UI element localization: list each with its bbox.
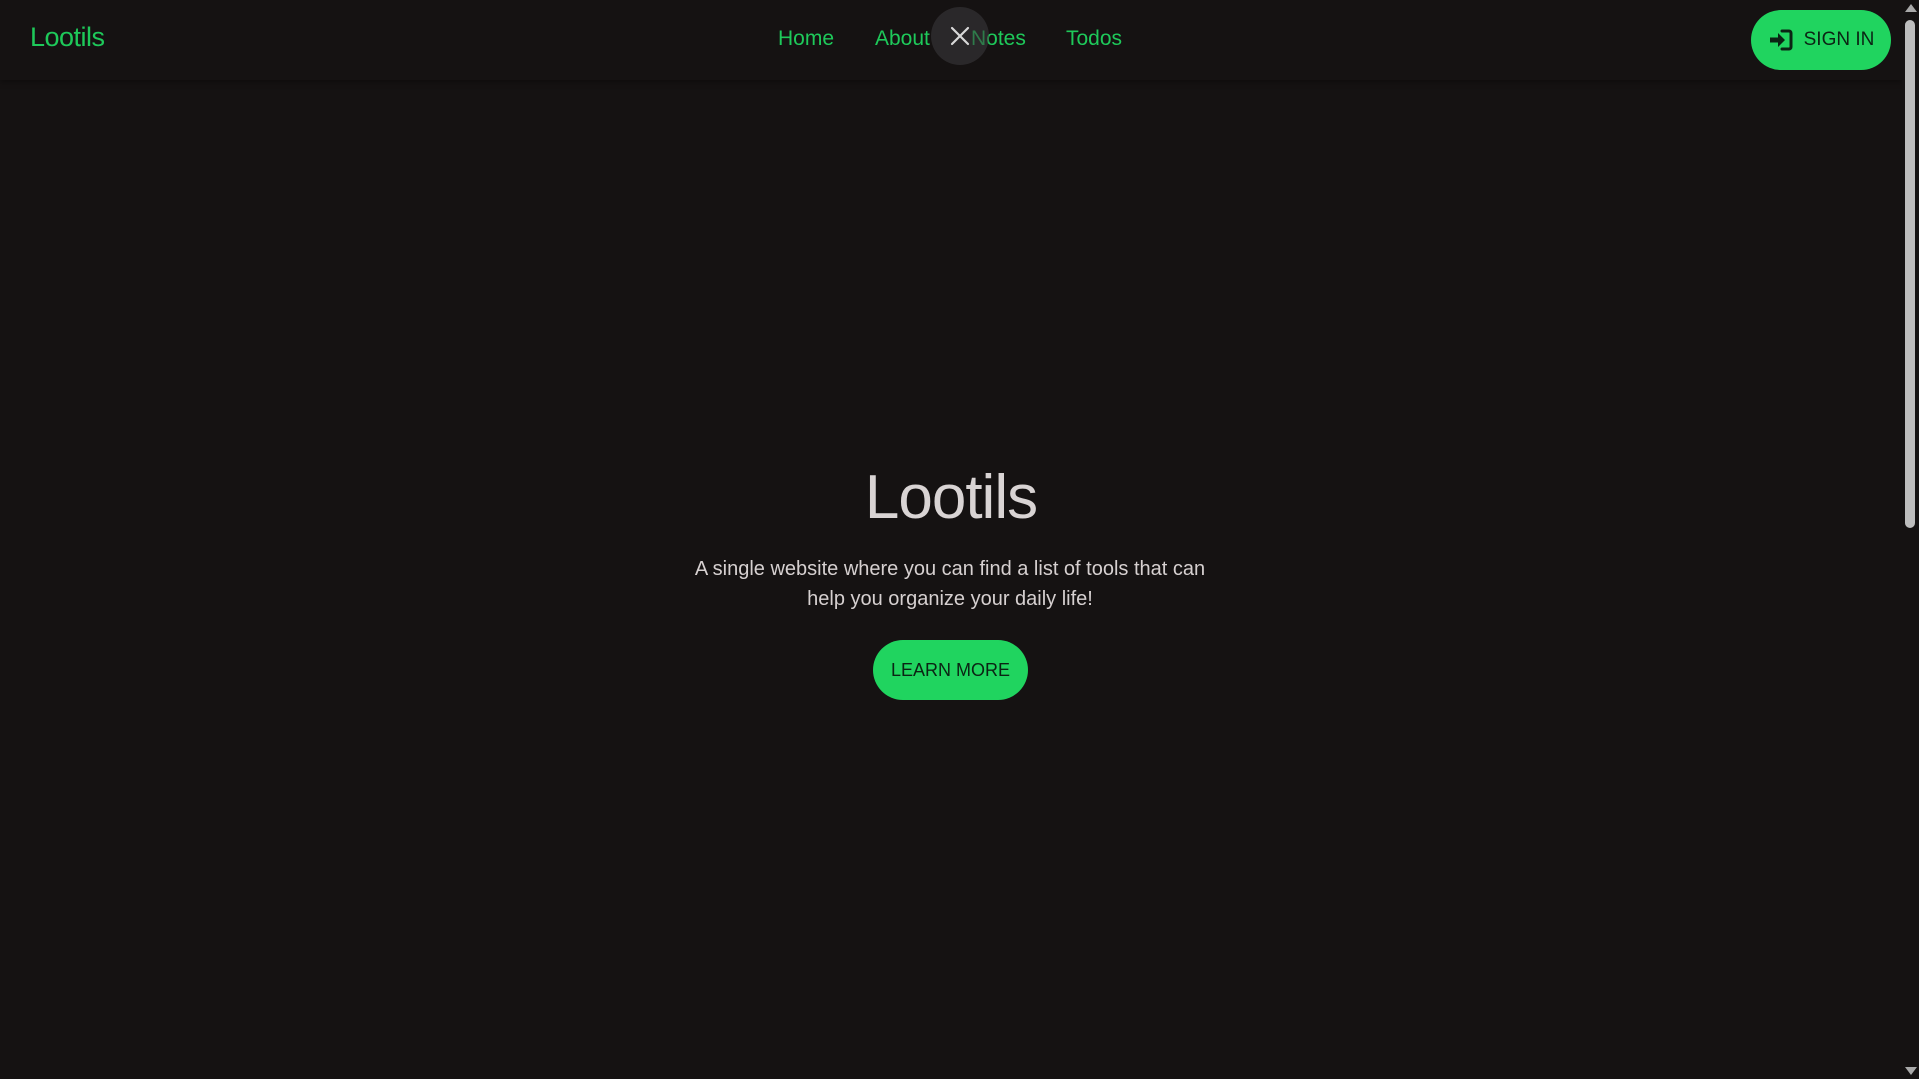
hero-subtitle: A single website where you can find a li…	[694, 558, 1206, 610]
scroll-down-arrow[interactable]	[1905, 1067, 1917, 1075]
scroll-thumb[interactable]	[1905, 20, 1915, 528]
scroll-up-arrow[interactable]	[1905, 4, 1917, 12]
learn-more-button[interactable]: LEARN MORE	[873, 640, 1028, 700]
page: Lootils Home About Notes Todos SIGN IN L…	[0, 0, 1919, 1079]
hero-title: Lootils	[864, 463, 1038, 532]
hero: Lootils A single website where you can f…	[0, 0, 1902, 1079]
scrollbar[interactable]	[1902, 0, 1919, 1079]
